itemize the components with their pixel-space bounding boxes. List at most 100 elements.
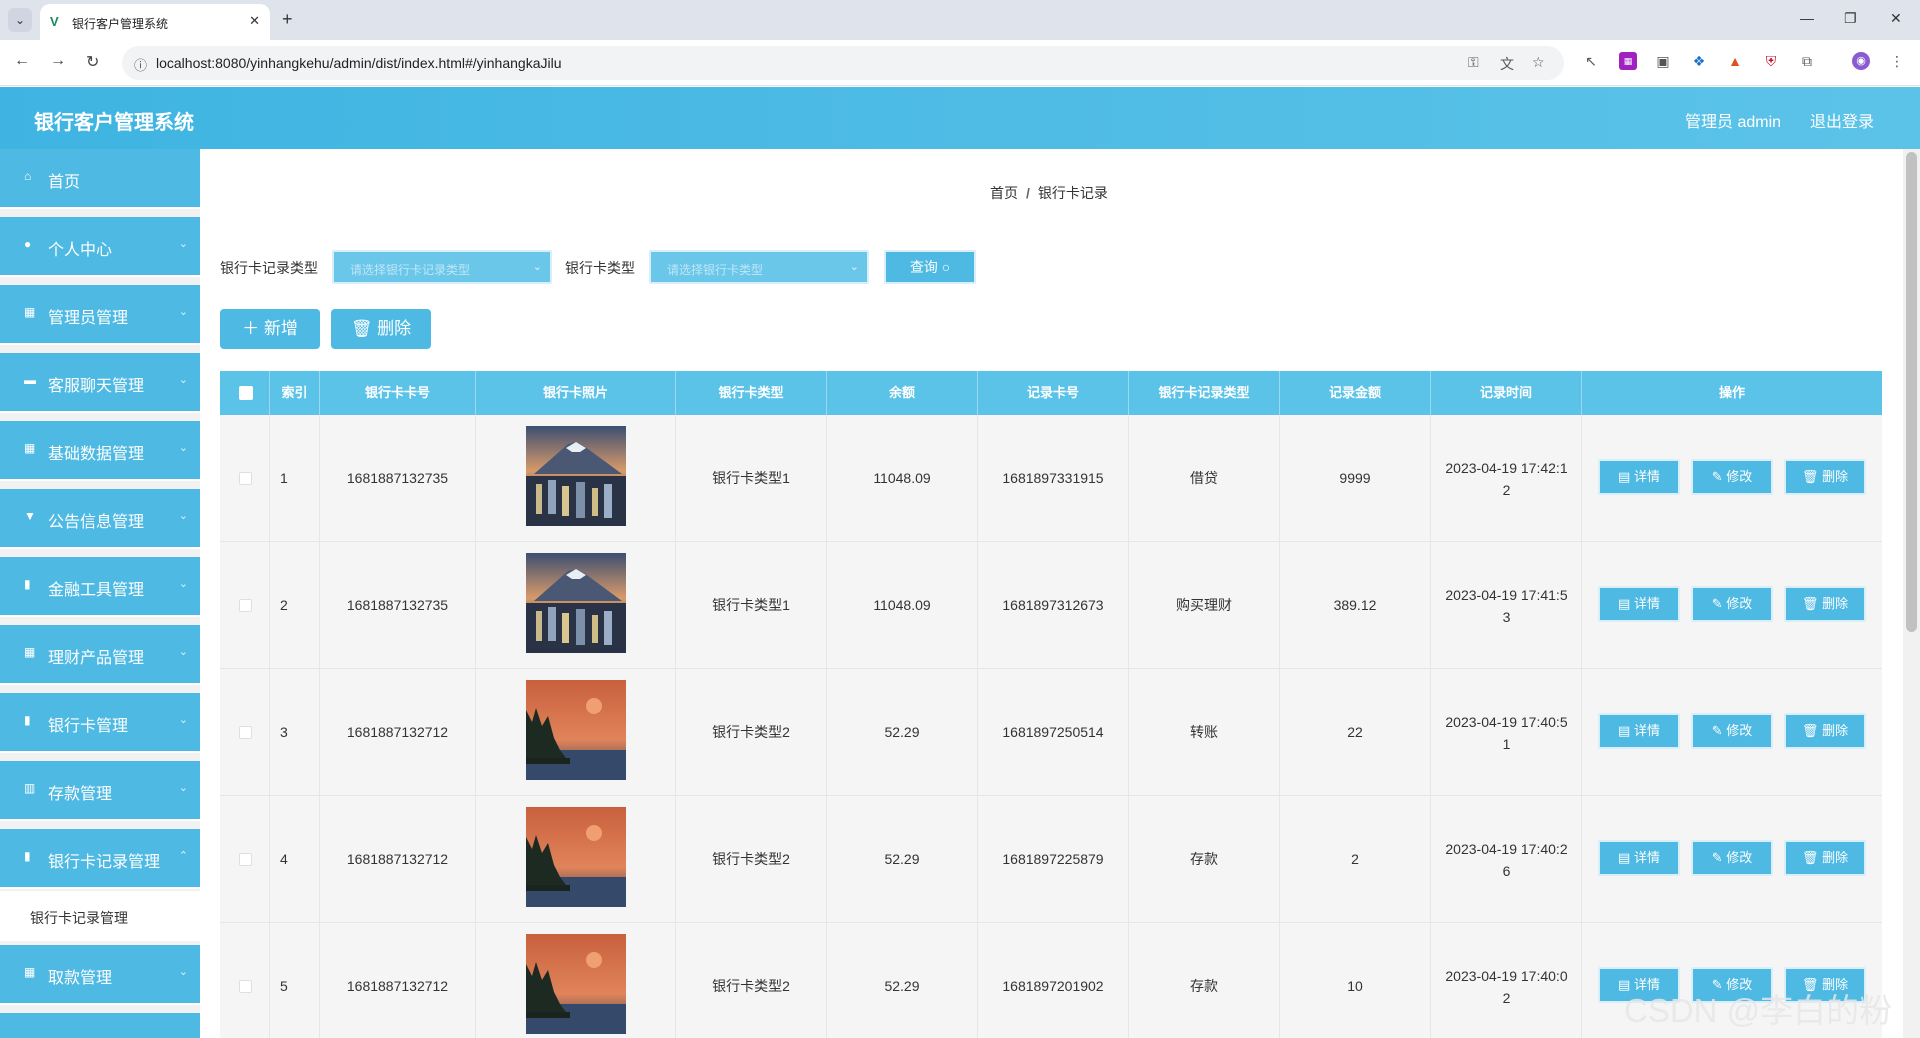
row-checkbox[interactable] — [239, 726, 252, 739]
detail-button[interactable]: ▤ 详情 — [1598, 713, 1680, 749]
window-close-icon[interactable]: ✕ — [1890, 10, 1902, 27]
cell-record-no: 1681897250514 — [978, 669, 1129, 796]
chevron-down-icon: ⌄ — [178, 714, 188, 726]
card-type-select[interactable]: 请选择银行卡类型 ⌄ — [649, 250, 869, 284]
header-index: 索引 — [270, 371, 320, 415]
table-row: 1 1681887132735 银行卡类型1 11048.09 16818973… — [220, 415, 1882, 542]
translate-icon[interactable]: 文 — [1500, 54, 1514, 74]
delete-button[interactable]: 🗑 删除 — [1784, 840, 1866, 876]
row-select-cell — [220, 923, 270, 1038]
row-checkbox[interactable] — [239, 853, 252, 866]
edit-button[interactable]: ✎ 修改 — [1691, 459, 1773, 495]
record-type-select[interactable]: 请选择银行卡记录类型 ⌄ — [332, 250, 552, 284]
sidebar-item-label: 公告信息管理 — [48, 514, 145, 531]
edit-icon: ✎ — [1711, 596, 1723, 611]
select-all-checkbox[interactable] — [239, 386, 253, 400]
card-photo-sunset-lake[interactable] — [526, 934, 626, 1034]
sidebar-item-card-records[interactable]: ▮ 银行卡记录管理 ⌃ — [0, 829, 200, 889]
back-arrow-icon[interactable]: ← — [14, 52, 30, 70]
extension-shield-icon[interactable]: ⛨ — [1762, 52, 1780, 70]
extension-orange-icon[interactable]: ▲ — [1726, 52, 1744, 70]
detail-button[interactable]: ▤ 详情 — [1598, 459, 1680, 495]
chevron-down-icon: ⌄ — [178, 442, 188, 454]
key-icon[interactable]: ⚿ — [1468, 54, 1479, 71]
row-select-cell — [220, 542, 270, 669]
scrollbar-thumb[interactable] — [1906, 152, 1917, 632]
edit-button[interactable]: ✎ 修改 — [1691, 840, 1773, 876]
edit-label: 修改 — [1726, 850, 1753, 865]
sidebar-item-withdrawal[interactable]: ▦ 取款管理 ⌄ — [0, 945, 200, 1005]
sidebar-item-deposit[interactable]: ▥ 存款管理 ⌄ — [0, 761, 200, 821]
url-input[interactable]: ⓘ localhost:8080/yinhangkehu/admin/dist/… — [122, 46, 1564, 80]
breadcrumb-home[interactable]: 首页 — [990, 185, 1018, 201]
profile-avatar-icon[interactable]: ◉ — [1852, 52, 1870, 70]
extension-purple-icon[interactable]: ▦ — [1619, 52, 1637, 70]
header-operations: 操作 — [1718, 385, 1745, 400]
new-tab-plus-icon[interactable]: + — [282, 8, 293, 30]
card-photo-mountain-city[interactable] — [526, 553, 626, 653]
row-checkbox[interactable] — [239, 599, 252, 612]
sidebar-item-admin-management[interactable]: ▦ 管理员管理 ⌄ — [0, 285, 200, 345]
forward-arrow-icon[interactable]: → — [50, 52, 66, 70]
sidebar-item-basic-data[interactable]: ▦ 基础数据管理 ⌄ — [0, 421, 200, 481]
query-button[interactable]: 查询 ○ — [884, 250, 976, 284]
sidebar-item-personal-center[interactable]: ● 个人中心 ⌄ — [0, 217, 200, 277]
extension-cursor-icon[interactable]: ↖ — [1582, 52, 1600, 70]
add-button[interactable]: ＋ 新增 — [220, 309, 320, 349]
star-icon[interactable]: ☆ — [1532, 54, 1545, 71]
cell-time-line-2: 3 — [1502, 609, 1511, 625]
edit-button[interactable]: ✎ 修改 — [1691, 586, 1773, 622]
cell-time-line-1: 2023-04-19 17:40:5 — [1445, 714, 1568, 730]
breadcrumb-current: 银行卡记录 — [1037, 185, 1108, 201]
cell-amount: 10 — [1280, 923, 1431, 1038]
reload-icon[interactable]: ↻ — [86, 52, 99, 72]
cell-time-line-1: 2023-04-19 17:40:0 — [1445, 968, 1568, 984]
tab-search-chevron-icon[interactable]: ⌄ — [8, 8, 32, 32]
browser-menu-icon[interactable]: ⋮ — [1888, 52, 1906, 70]
edit-icon: ✎ — [1711, 723, 1723, 738]
logout-link[interactable]: 退出登录 — [1810, 108, 1874, 132]
extension-layers-icon[interactable]: ❖ — [1690, 52, 1708, 70]
sidebar-item-wealth-products[interactable]: ▦ 理财产品管理 ⌄ — [0, 625, 200, 685]
delete-button[interactable]: 🗑 删除 — [1784, 713, 1866, 749]
cell-record-type: 存款 — [1129, 796, 1280, 923]
cell-photo — [476, 415, 676, 542]
close-icon[interactable]: ✕ — [249, 13, 260, 29]
cell-operations: ▤ 详情 ✎ 修改 🗑 删除 — [1582, 796, 1882, 923]
delete-button[interactable]: 🗑 删除 — [1784, 586, 1866, 622]
chevron-down-icon: ⌄ — [178, 966, 188, 978]
query-label: 查询 — [909, 259, 938, 275]
sidebar-subitem-card-records[interactable]: 银行卡记录管理 — [0, 891, 200, 941]
site-info-icon[interactable]: ⓘ — [134, 55, 147, 74]
card-photo-sunset-lake[interactable] — [526, 680, 626, 780]
detail-button[interactable]: ▤ 详情 — [1598, 586, 1680, 622]
extensions-puzzle-icon[interactable]: ⧉ — [1798, 52, 1816, 70]
detail-button[interactable]: ▤ 详情 — [1598, 840, 1680, 876]
sidebar-item-chat-management[interactable]: ▬ 客服聊天管理 ⌄ — [0, 353, 200, 413]
edit-button[interactable]: ✎ 修改 — [1691, 713, 1773, 749]
chevron-down-icon: ⌄ — [178, 306, 188, 318]
extension-game-icon[interactable]: ▣ — [1654, 52, 1672, 70]
minimize-icon[interactable]: — — [1800, 10, 1814, 26]
card-photo-mountain-city[interactable] — [526, 426, 626, 526]
delete-button[interactable]: 🗑 删除 — [1784, 459, 1866, 495]
sidebar-item-notice[interactable]: ▼ 公告信息管理 ⌄ — [0, 489, 200, 549]
card-photo-sunset-lake[interactable] — [526, 807, 626, 907]
sidebar-item-more[interactable] — [0, 1013, 200, 1038]
sidebar-item-bank-card[interactable]: ▮ 银行卡管理 ⌄ — [0, 693, 200, 753]
row-checkbox[interactable] — [239, 980, 252, 993]
batch-delete-button[interactable]: 🗑 删除 — [331, 309, 431, 349]
row-checkbox[interactable] — [239, 472, 252, 485]
card-type-placeholder: 请选择银行卡类型 — [667, 263, 764, 277]
browser-tab[interactable]: V 银行客户管理系统 ✕ — [40, 4, 270, 40]
cell-index: 5 — [270, 923, 320, 1038]
user-icon: ● — [24, 237, 32, 251]
sidebar-item-financial-tools[interactable]: ▮ 金融工具管理 ⌄ — [0, 557, 200, 617]
header-time: 记录时间 — [1431, 371, 1582, 415]
cell-card-no: 1681887132712 — [320, 669, 476, 796]
sidebar-item-home[interactable]: ⌂ 首页 — [0, 149, 200, 209]
delete-label: 删除 — [1822, 596, 1849, 611]
cell-balance: 52.29 — [827, 669, 978, 796]
header-record-type: 银行卡记录类型 — [1129, 371, 1280, 415]
restore-icon[interactable]: ❐ — [1844, 10, 1857, 27]
